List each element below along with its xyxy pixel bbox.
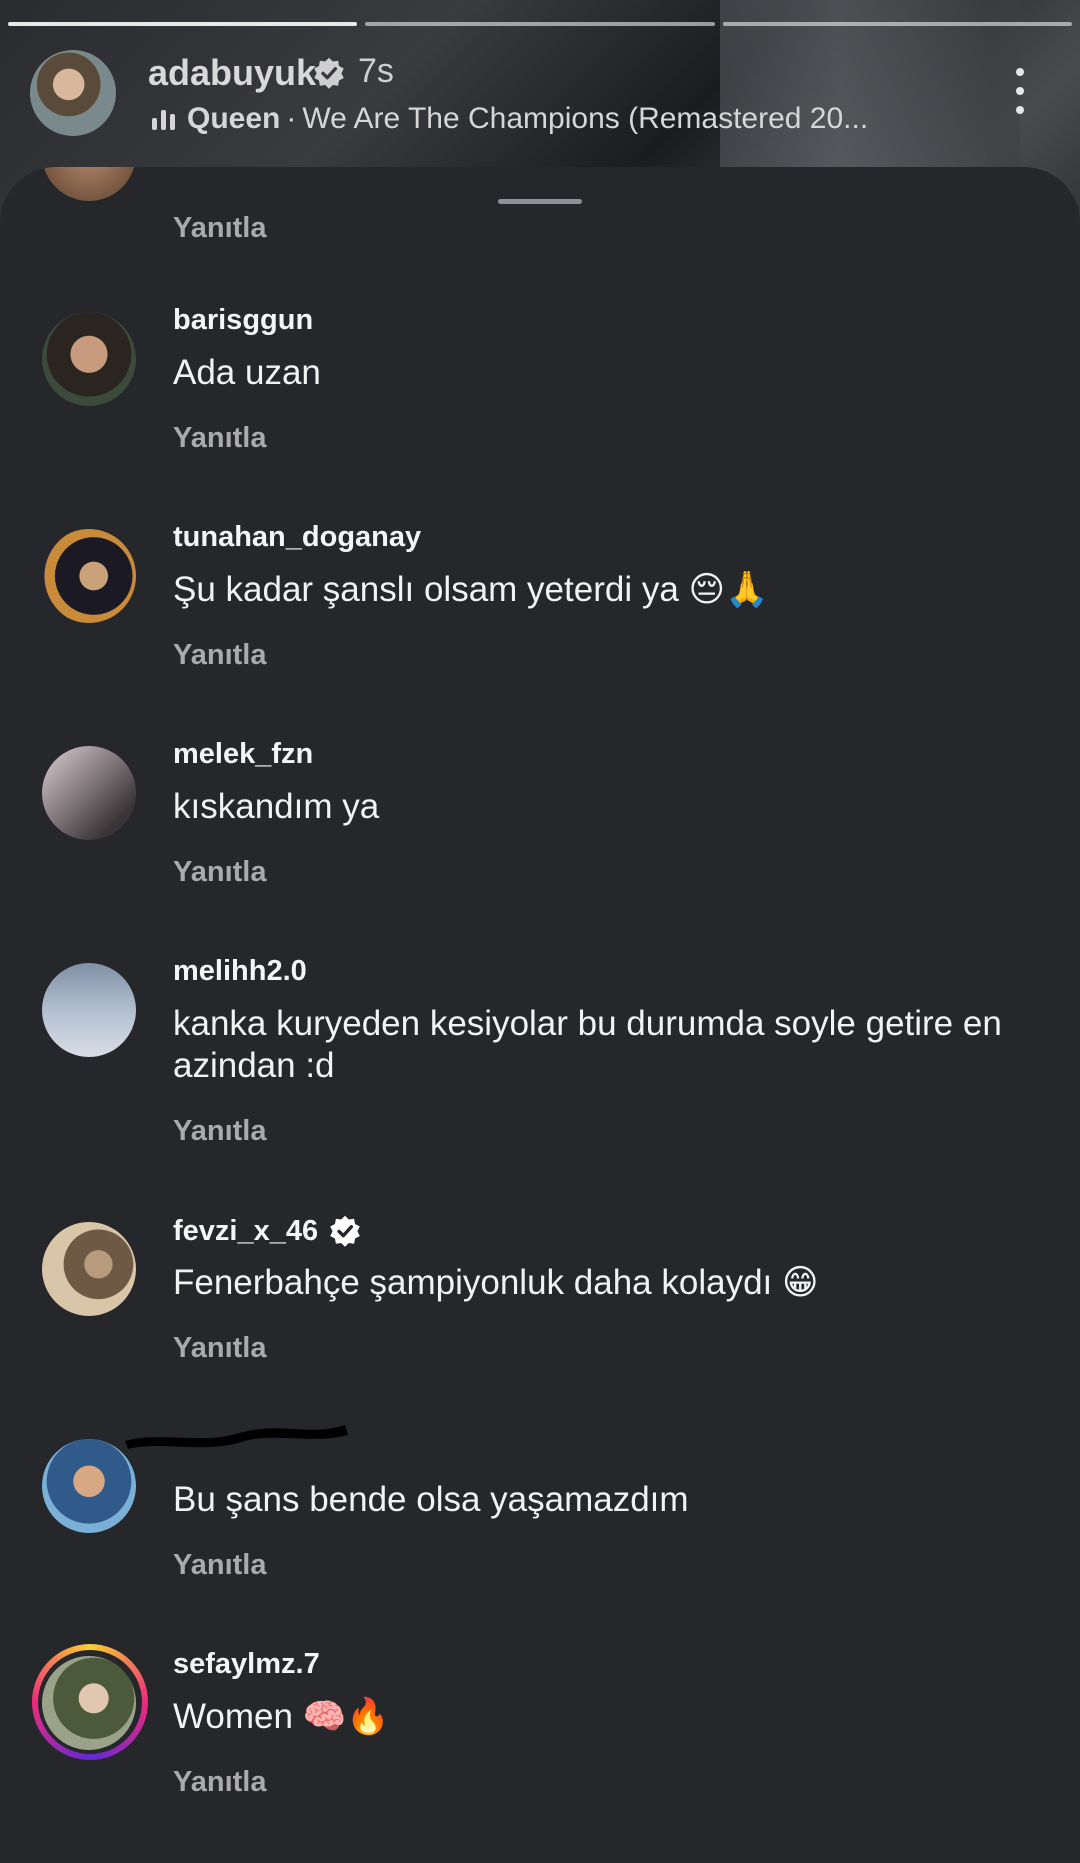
- comment-username[interactable]: fevzi_x_46: [173, 1214, 362, 1248]
- comment-avatar[interactable]: [42, 746, 136, 840]
- comment-avatar[interactable]: [42, 1439, 136, 1533]
- verified-badge-icon: [314, 57, 344, 89]
- story-header: adabuyuk 7s Queen · We Are The Champions…: [30, 50, 1060, 150]
- username-text: barisggun: [173, 304, 314, 336]
- progress-segment: [722, 22, 1072, 26]
- story-progress-bar: [8, 22, 1072, 26]
- verified-badge-icon: [330, 1215, 360, 1247]
- redaction-scribble: [125, 1425, 348, 1449]
- comment-avatar[interactable]: [42, 167, 136, 201]
- comment-text: Bu şans bende olsa yaşamazdım: [173, 1480, 689, 1519]
- comment-username[interactable]: melek_fzn: [173, 738, 313, 771]
- username-text: tunahan_doganay: [173, 521, 422, 553]
- reply-button[interactable]: Yanıtla: [173, 212, 267, 245]
- comment-username[interactable]: tunahan_doganay: [173, 521, 421, 554]
- story-music-sticker[interactable]: Queen · We Are The Champions (Remastered…: [152, 102, 868, 136]
- comment-avatar[interactable]: [42, 1222, 136, 1316]
- story-author-avatar[interactable]: [30, 50, 116, 136]
- progress-segment: [8, 22, 358, 26]
- comment-avatar[interactable]: [42, 963, 136, 1057]
- music-artist: Queen: [187, 102, 281, 135]
- reply-button[interactable]: Yanıtla: [173, 1766, 267, 1799]
- username-text: fevzi_x_46: [173, 1214, 319, 1247]
- story-timestamp: 7s: [358, 52, 394, 90]
- comment-username[interactable]: barisggun: [173, 304, 313, 337]
- comment-avatar[interactable]: [42, 312, 136, 406]
- comments-sheet: Yanıtla barisggun Ada uzan Yanıtla tunah…: [0, 167, 1080, 1863]
- username-text: melihh2.0: [173, 955, 307, 987]
- comment-username[interactable]: melihh2.0: [173, 955, 307, 988]
- username-text: sefaylmz.7: [173, 1648, 320, 1680]
- more-options-icon[interactable]: [1010, 68, 1030, 114]
- comment-text: Ada uzan: [173, 353, 321, 392]
- reply-button[interactable]: Yanıtla: [173, 1332, 267, 1365]
- comment-username[interactable]: sefaylmz.7: [173, 1648, 320, 1681]
- progress-segment: [365, 22, 715, 26]
- comment-text: kanka kuryeden kesiyolar bu durumda soyl…: [173, 1004, 1002, 1085]
- reply-button[interactable]: Yanıtla: [173, 1115, 267, 1148]
- reply-button[interactable]: Yanıtla: [173, 639, 267, 672]
- reply-button[interactable]: Yanıtla: [173, 422, 267, 455]
- music-title: We Are The Champions (Remastered 20...: [302, 102, 869, 135]
- comment-avatar[interactable]: [42, 529, 136, 623]
- comment-text: kıskandım ya: [173, 787, 380, 826]
- comment-text: Women 🧠🔥: [173, 1697, 390, 1736]
- comment-text: Şu kadar şanslı olsam yeterdi ya 😔🙏: [173, 570, 769, 609]
- comment-avatar[interactable]: [42, 1656, 136, 1750]
- music-separator: ·: [286, 102, 297, 135]
- sheet-drag-handle[interactable]: [498, 199, 582, 204]
- music-bars-icon: [152, 108, 175, 130]
- username-text: melek_fzn: [173, 738, 314, 770]
- comment-text: Fenerbahçe şampiyonluk daha kolaydı 😁: [173, 1263, 819, 1302]
- story-author-username[interactable]: adabuyuk: [148, 52, 316, 94]
- reply-button[interactable]: Yanıtla: [173, 1549, 267, 1582]
- reply-button[interactable]: Yanıtla: [173, 856, 267, 889]
